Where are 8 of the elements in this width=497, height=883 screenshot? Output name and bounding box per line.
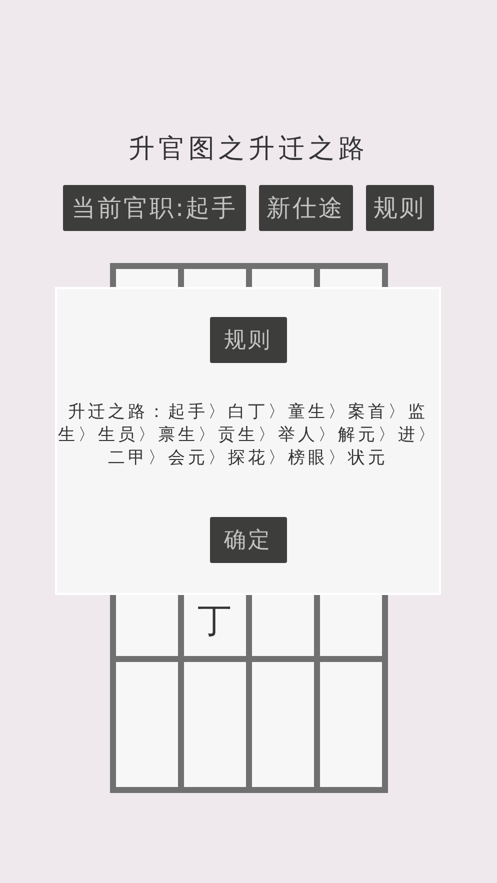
confirm-button[interactable]: 确定 — [210, 517, 286, 563]
dialog-title: 规则 — [210, 317, 286, 363]
menu-button[interactable]: 当前官职:起手 — [63, 185, 246, 231]
tile-text: 丁 — [198, 601, 232, 641]
rules-text: 升迁之路：起手〉白丁〉童生〉案首〉监生〉生员〉禀生〉贡生〉举人〉解元〉进〉二甲〉会元〉探花〉榜眼〉状元 — [58, 401, 438, 470]
menu-button[interactable]: 新仕途 — [258, 185, 353, 231]
menu-button[interactable]: 规则 — [366, 185, 434, 231]
page-title: 升官图之升迁之路 — [128, 133, 368, 166]
